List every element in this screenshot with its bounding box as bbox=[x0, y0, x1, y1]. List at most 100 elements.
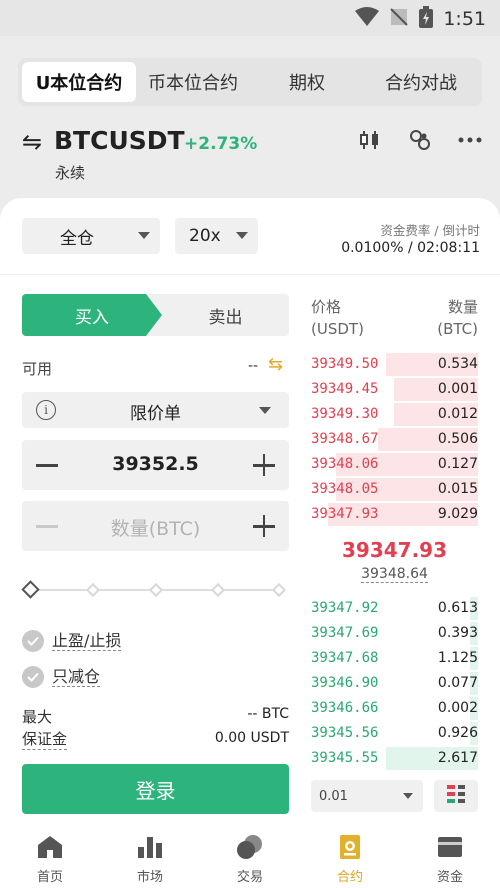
more-icon[interactable] bbox=[458, 128, 482, 152]
last-price[interactable]: 39347.93 bbox=[311, 538, 478, 562]
ask-price: 39349.50 bbox=[311, 356, 379, 372]
tab-usdt-m[interactable]: U本位合约 bbox=[22, 62, 136, 102]
slider-step-25[interactable] bbox=[85, 582, 101, 598]
order-type-value: 限价单 bbox=[130, 404, 181, 424]
slider-step-50[interactable] bbox=[148, 582, 164, 598]
bid-row[interactable]: 39346.90 0.077 bbox=[311, 671, 478, 696]
tab-coin-m[interactable]: 币本位合约 bbox=[136, 62, 250, 102]
candlestick-chart-icon[interactable] bbox=[358, 128, 382, 152]
trading-panel: 全仓 20x 资金费率 / 倒计时 0.0100% / 02:08:11 买入 … bbox=[0, 198, 500, 828]
available-value: -- bbox=[248, 358, 259, 374]
nav-wallet-label: 资金 bbox=[436, 870, 463, 885]
ask-row[interactable]: 39347.93 9.029 bbox=[311, 502, 478, 527]
ask-row[interactable]: 39349.45 0.001 bbox=[311, 377, 478, 402]
ask-price: 39347.93 bbox=[311, 506, 379, 522]
slider-step-100[interactable] bbox=[271, 582, 287, 598]
available-label: 可用 bbox=[22, 360, 53, 378]
ask-row[interactable]: 39348.67 0.506 bbox=[311, 427, 478, 452]
switch-pair-icon[interactable]: ⇋ bbox=[22, 128, 42, 156]
nav-market[interactable]: 市场 bbox=[100, 828, 200, 888]
price-header-unit: (USDT) bbox=[311, 320, 364, 338]
margin-label[interactable]: 保证金 bbox=[22, 728, 68, 750]
ask-row[interactable]: 39348.06 0.127 bbox=[311, 452, 478, 477]
price-input[interactable]: 39352.5 bbox=[22, 453, 289, 475]
amount-slider[interactable] bbox=[21, 580, 287, 600]
bid-row[interactable]: 39345.55 2.617 bbox=[311, 746, 478, 771]
slider-step-75[interactable] bbox=[210, 582, 226, 598]
ask-qty: 0.001 bbox=[437, 381, 478, 397]
community-icon[interactable] bbox=[408, 128, 432, 152]
chevron-down-icon bbox=[259, 407, 271, 414]
battery-icon bbox=[419, 6, 434, 32]
depth-select[interactable]: 0.01 bbox=[311, 780, 423, 812]
margin-value: 0.00 USDT bbox=[214, 730, 289, 746]
bid-price: 39345.56 bbox=[311, 725, 379, 741]
pair-name[interactable]: BTCUSDT bbox=[54, 126, 185, 155]
home-icon bbox=[35, 832, 65, 862]
order-type-select[interactable]: i 限价单 bbox=[22, 392, 289, 428]
orderbook-price-header: 价格 (USDT) bbox=[311, 296, 364, 340]
bid-row[interactable]: 39345.56 0.926 bbox=[311, 721, 478, 746]
side-toggle: 买入 卖出 bbox=[22, 294, 289, 336]
slider-handle[interactable] bbox=[21, 580, 40, 599]
ask-row[interactable]: 39348.05 0.015 bbox=[311, 477, 478, 502]
contract-subtitle: 永续 bbox=[55, 164, 86, 182]
tp-sl-label: 止盈/止损 bbox=[52, 630, 122, 651]
mark-price: 39348.64 bbox=[311, 566, 478, 583]
buy-tab[interactable]: 买入 bbox=[22, 294, 162, 336]
trade-coins-icon bbox=[235, 832, 265, 862]
tab-battle[interactable]: 合约对战 bbox=[364, 62, 478, 102]
orderbook-view-button[interactable] bbox=[434, 780, 478, 812]
nav-home[interactable]: 首页 bbox=[0, 828, 100, 888]
bid-row[interactable]: 39346.66 0.002 bbox=[311, 696, 478, 721]
ask-row[interactable]: 39349.50 0.534 bbox=[311, 352, 478, 377]
market-chart-icon bbox=[135, 832, 165, 862]
ask-row[interactable]: 39349.30 0.012 bbox=[311, 402, 478, 427]
bid-row[interactable]: 39347.68 1.125 bbox=[311, 646, 478, 671]
leverage-select[interactable]: 20x bbox=[175, 218, 258, 254]
reduce-only-label: 只减仓 bbox=[52, 666, 101, 687]
tp-sl-checkbox[interactable]: 止盈/止损 bbox=[22, 630, 122, 652]
no-signal-icon bbox=[389, 7, 409, 31]
reduce-only-checkbox[interactable]: 只减仓 bbox=[22, 666, 101, 688]
qty-header-unit: (BTC) bbox=[437, 320, 478, 338]
bid-qty: 0.393 bbox=[437, 625, 478, 641]
bid-price: 39346.66 bbox=[311, 700, 379, 716]
ask-price: 39349.45 bbox=[311, 381, 379, 397]
depth-value: 0.01 bbox=[319, 789, 348, 804]
login-button[interactable]: 登录 bbox=[22, 764, 289, 814]
qty-header-label: 数量 bbox=[447, 298, 478, 316]
bid-row[interactable]: 39347.69 0.393 bbox=[311, 621, 478, 646]
bid-qty: 0.077 bbox=[437, 675, 478, 691]
status-time: 1:51 bbox=[443, 8, 486, 30]
wallet-icon bbox=[435, 832, 465, 862]
price-stepper: 39352.5 bbox=[22, 440, 289, 490]
margin-mode-select[interactable]: 全仓 bbox=[22, 218, 160, 254]
bid-qty: 0.613 bbox=[437, 600, 478, 616]
tab-options[interactable]: 期权 bbox=[250, 62, 364, 102]
funding-rate-value: 0.0100% / 02:08:11 bbox=[341, 240, 480, 256]
amount-input[interactable]: 数量(BTC) bbox=[22, 514, 289, 541]
amount-stepper: 数量(BTC) bbox=[22, 501, 289, 551]
bid-row[interactable]: 39347.92 0.613 bbox=[311, 596, 478, 621]
status-bar: 1:51 bbox=[0, 0, 500, 36]
bid-price: 39347.68 bbox=[311, 650, 379, 666]
bid-price: 39346.90 bbox=[311, 675, 379, 691]
ask-qty: 0.506 bbox=[437, 431, 478, 447]
orderbook-qty-header: 数量 (BTC) bbox=[437, 296, 478, 340]
nav-futures[interactable]: 合约 bbox=[300, 828, 400, 888]
ask-price: 39348.05 bbox=[311, 481, 379, 497]
bid-qty: 0.002 bbox=[437, 700, 478, 716]
nav-market-label: 市场 bbox=[136, 870, 163, 885]
chevron-down-icon bbox=[403, 793, 413, 799]
nav-wallet[interactable]: 资金 bbox=[400, 828, 500, 888]
plus-icon bbox=[262, 515, 265, 537]
nav-trade[interactable]: 交易 bbox=[200, 828, 300, 888]
price-change: +2.73% bbox=[184, 134, 258, 154]
transfer-icon[interactable]: ⇆ bbox=[268, 354, 283, 375]
sell-tab[interactable]: 卖出 bbox=[162, 294, 289, 336]
ask-qty: 0.015 bbox=[437, 481, 478, 497]
bid-qty: 2.617 bbox=[437, 750, 478, 766]
funding-rate-label[interactable]: 资金费率 / 倒计时 bbox=[380, 220, 480, 239]
chevron-down-icon bbox=[236, 232, 248, 239]
